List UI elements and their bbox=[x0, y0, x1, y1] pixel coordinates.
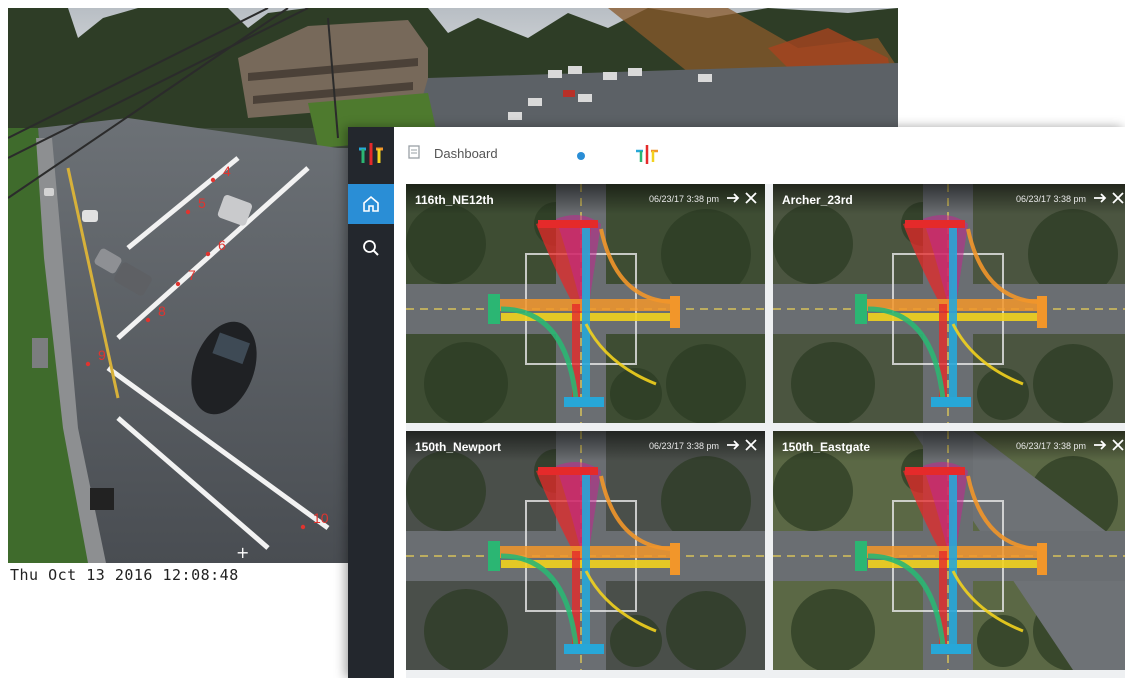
marker-dot bbox=[85, 361, 91, 367]
sidebar bbox=[348, 127, 394, 678]
arrow-right-icon[interactable] bbox=[1092, 437, 1108, 453]
tile-header: 150th_Newport 06/23/17 3:38 pm bbox=[406, 431, 765, 461]
aerial-map bbox=[406, 431, 765, 670]
tile-timestamp: 06/23/17 3:38 pm bbox=[648, 194, 719, 204]
sidebar-item-search[interactable] bbox=[348, 228, 394, 268]
home-icon bbox=[363, 195, 379, 212]
flow-logo-icon[interactable] bbox=[354, 139, 388, 169]
camera-timestamp: Thu Oct 13 2016 12:08:48 bbox=[10, 566, 239, 584]
intersection-tile[interactable]: 150th_Newport 06/23/17 3:38 pm bbox=[406, 431, 765, 670]
page-title: Dashboard bbox=[434, 146, 498, 161]
marker-label: 4 bbox=[223, 163, 231, 179]
status-dot bbox=[577, 152, 585, 160]
screen: 4 5 6 7 8 9 10 + Thu Oct 13 2016 12:08:48 bbox=[0, 0, 1125, 678]
close-icon[interactable] bbox=[743, 190, 759, 206]
intersection-grid: 116th_NE12th 06/23/17 3:38 pm Archer_23r… bbox=[406, 184, 1125, 678]
marker-dot bbox=[145, 317, 151, 323]
search-icon bbox=[363, 240, 379, 256]
close-icon[interactable] bbox=[1110, 437, 1125, 453]
tile-header: 150th_Eastgate 06/23/17 3:38 pm bbox=[773, 431, 1125, 461]
aerial-map bbox=[406, 184, 765, 423]
intersection-name: 150th_Eastgate bbox=[782, 440, 871, 454]
intersection-tile[interactable]: 116th_NE12th 06/23/17 3:38 pm bbox=[406, 184, 765, 423]
dashboard-window: Dashboard 116th_NE12th 06/23/17 3:38 pm bbox=[348, 127, 1125, 678]
document-icon bbox=[408, 145, 420, 159]
tile-timestamp: 06/23/17 3:38 pm bbox=[1015, 441, 1086, 451]
intersection-name: Archer_23rd bbox=[782, 193, 853, 207]
sidebar-item-home[interactable] bbox=[348, 184, 394, 224]
intersection-tile[interactable]: Archer_23rd 06/23/17 3:38 pm bbox=[773, 184, 1125, 423]
marker-label: 7 bbox=[188, 267, 196, 283]
intersection-name: 116th_NE12th bbox=[415, 193, 494, 207]
marker-dot bbox=[210, 177, 216, 183]
marker-label: 8 bbox=[158, 303, 166, 319]
marker-dot bbox=[185, 209, 191, 215]
marker-label: 9 bbox=[98, 347, 106, 363]
header: Dashboard bbox=[394, 127, 1125, 179]
marker-dot bbox=[300, 524, 306, 530]
tile-timestamp: 06/23/17 3:38 pm bbox=[1015, 194, 1086, 204]
svg-text:+: + bbox=[236, 543, 249, 562]
marker-dot bbox=[175, 281, 181, 287]
arrow-right-icon[interactable] bbox=[725, 437, 741, 453]
aerial-map bbox=[773, 184, 1125, 423]
intersection-name: 150th_Newport bbox=[415, 440, 502, 454]
marker-label: 10 bbox=[313, 510, 329, 526]
flow-logo-icon[interactable] bbox=[634, 142, 660, 166]
close-icon[interactable] bbox=[1110, 190, 1125, 206]
arrow-right-icon[interactable] bbox=[1092, 190, 1108, 206]
marker-label: 6 bbox=[218, 237, 226, 253]
marker-label: 5 bbox=[198, 195, 206, 211]
close-icon[interactable] bbox=[743, 437, 759, 453]
arrow-right-icon[interactable] bbox=[725, 190, 741, 206]
marker-dot bbox=[205, 251, 211, 257]
tile-header: 116th_NE12th 06/23/17 3:38 pm bbox=[406, 184, 765, 214]
intersection-tile[interactable]: 150th_Eastgate 06/23/17 3:38 pm bbox=[773, 431, 1125, 670]
tile-timestamp: 06/23/17 3:38 pm bbox=[648, 441, 719, 451]
aerial-map bbox=[773, 431, 1125, 670]
tile-header: Archer_23rd 06/23/17 3:38 pm bbox=[773, 184, 1125, 214]
